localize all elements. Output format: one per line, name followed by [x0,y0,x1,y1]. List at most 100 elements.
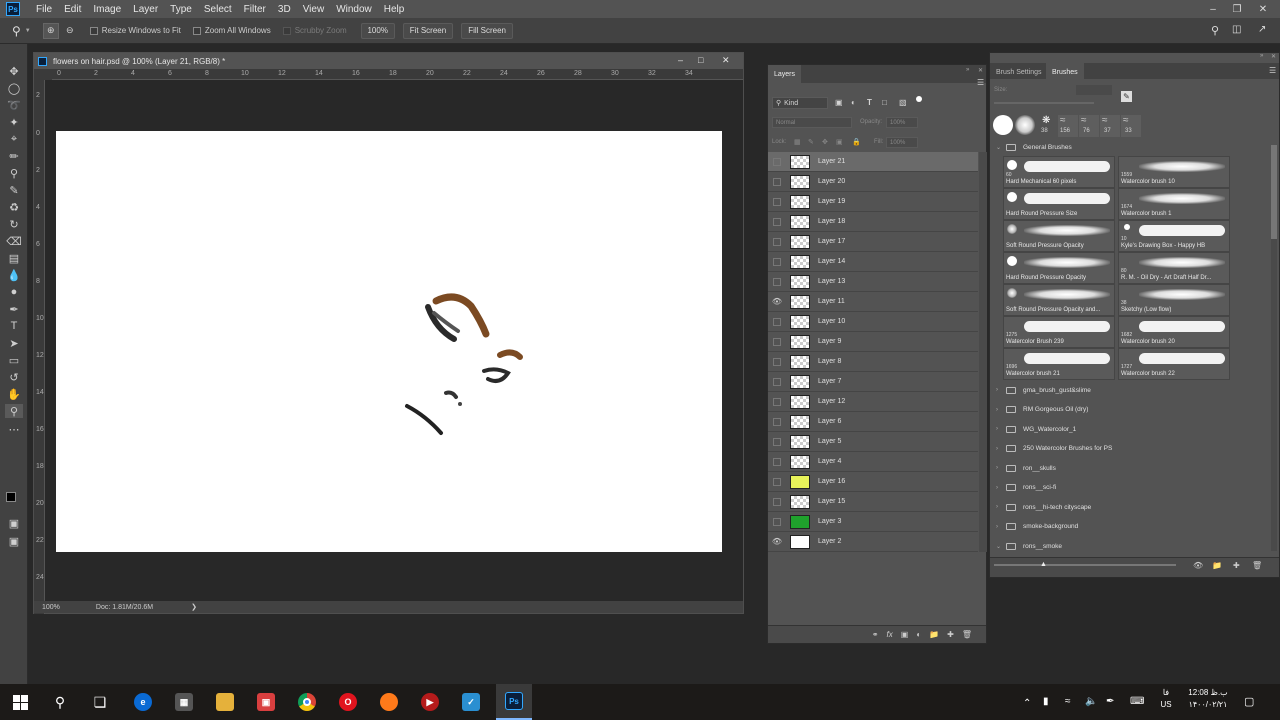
firefox-icon[interactable] [371,684,407,720]
tab-layers[interactable]: Layers [768,65,802,83]
brush-preset[interactable]: 1682 Watercolor brush 20 [1118,316,1230,348]
brush-preset[interactable]: 1275 Watercolor Brush 239 [1003,316,1115,348]
visibility-toggle[interactable] [768,472,786,492]
layer-row[interactable]: Layer 8 [768,352,978,372]
document-tab[interactable]: flowers on hair.psd @ 100% (Layer 21, RG… [34,53,743,69]
brush-folder[interactable]: › ron__skulls [996,459,1056,477]
chevron-right-icon[interactable]: › [996,446,1006,452]
visibility-toggle[interactable] [768,332,786,352]
size-field[interactable] [1076,85,1112,95]
search-icon[interactable]: ⚲ [1211,24,1219,37]
marquee-tool-icon[interactable]: ◯ [5,81,23,95]
link-layers-icon[interactable]: ⚭ [872,630,879,639]
lasso-tool-icon[interactable]: ➰ [5,98,23,112]
visibility-toggle[interactable] [768,492,786,512]
new-brush-icon[interactable]: ✎ [1121,91,1132,102]
brush-preset[interactable]: Hard Round Pressure Size [1003,188,1115,220]
workspace-icon[interactable]: ◫ [1232,24,1241,35]
search-icon[interactable]: ⚲ [42,684,78,720]
notification-icon[interactable]: ▢ [1244,695,1254,708]
layer-row[interactable]: Layer 19 [768,192,978,212]
resize-windows-checkbox[interactable]: Resize Windows to Fit [89,26,181,35]
media-player-icon[interactable]: ▶ [412,684,448,720]
brush-preset[interactable]: 10 Kyle's Drawing Box - Happy HB [1118,220,1230,252]
layer-style-icon[interactable]: fx [887,630,893,639]
eye-icon[interactable]: 👁 [768,292,786,312]
adjustment-layer-icon[interactable]: ◐ [916,630,921,639]
trash-icon[interactable]: 🗑 [1252,561,1262,570]
size-slider[interactable] [994,102,1094,104]
zoom-value-field[interactable]: 100% [360,22,395,39]
clock[interactable]: 12:08 ب.ظ ۱۴۰۰/۰۲/۲۱ [1180,688,1236,709]
brush-preset[interactable]: 80 R. M. - Oil Dry - Art Draft Half Dr... [1118,252,1230,284]
doc-maximize-icon[interactable]: □ [698,55,703,65]
layer-row[interactable]: Layer 3 [768,512,978,532]
layer-mask-icon[interactable]: ▣ [901,630,909,639]
quick-mask-icon[interactable]: ▣ [5,516,23,530]
keyboard-icon[interactable]: ⌨ [1130,696,1144,707]
app-icon[interactable]: ▣ [248,684,284,720]
fill-screen-button[interactable]: Fill Screen [461,22,513,39]
photoshop-taskbar-icon[interactable]: Ps [496,684,532,720]
hand-tool-icon[interactable]: ✋ [5,387,23,401]
photoshop-logo-icon[interactable]: Ps [6,2,20,16]
visibility-toggle[interactable] [768,452,786,472]
chevron-right-icon[interactable]: › [996,465,1006,471]
menu-type[interactable]: Type [164,4,198,15]
recent-brush-soft[interactable] [1015,115,1035,135]
brush-preset[interactable]: 1559 Watercolor brush 10 [1118,156,1230,188]
path-selection-tool-icon[interactable]: ➤ [5,336,23,350]
visibility-toggle[interactable] [768,372,786,392]
visibility-toggle[interactable] [768,352,786,372]
foreground-color-swatch[interactable] [6,492,16,502]
layer-row[interactable]: Layer 21 [768,152,978,172]
layer-row[interactable]: Layer 7 [768,372,978,392]
menu-3d[interactable]: 3D [272,4,297,15]
filter-kind-select[interactable]: ⚲ Kind [772,97,828,109]
history-brush-tool-icon[interactable]: ↻ [5,217,23,231]
recent-brush-4[interactable]: ≈ 37 [1100,115,1120,137]
brush-folder[interactable]: › WG_Watercolor_1 [996,420,1076,438]
brush-folder[interactable]: ⌄ rons__smoke [996,537,1062,555]
brush-folder[interactable]: › rons__sci-fi [996,479,1056,497]
layer-row[interactable]: Layer 18 [768,212,978,232]
menu-image[interactable]: Image [87,4,127,15]
zoom-tool-icon[interactable]: ⚲ [12,24,21,38]
brush-folder[interactable]: › gma_brush_gust&slime [996,381,1091,399]
brushes-scrollbar[interactable] [1271,145,1277,551]
brush-folder[interactable]: › rons__hi-tech cityscape [996,498,1091,516]
chevron-right-icon[interactable]: › [996,485,1006,491]
opera-icon[interactable]: O [330,684,366,720]
collapse-icon[interactable]: » [1260,53,1263,59]
brush-preset[interactable]: 1727 Watercolor brush 22 [1118,348,1230,380]
close-icon[interactable]: ✕ [1271,53,1276,60]
pen-tool-icon[interactable]: ✒ [5,302,23,316]
chevron-right-icon[interactable]: › [996,524,1006,530]
brush-group-general[interactable]: ⌄ General Brushes [996,138,1072,156]
more-tools-icon[interactable]: ⋯ [5,422,23,436]
menu-edit[interactable]: Edit [58,4,87,15]
horizontal-ruler[interactable]: 0 2 4 6 8 10 12 14 16 18 20 22 24 26 28 … [52,69,743,80]
chevron-down-icon[interactable]: ⌄ [996,543,1006,550]
brush-folder[interactable]: › smoke-background [996,518,1078,536]
adjustment-filter-icon[interactable]: ◐ [851,98,856,107]
doc-minimize-icon[interactable]: – [678,55,683,65]
new-group-icon[interactable]: 📁 [929,630,939,639]
lock-position-icon[interactable]: ✥ [822,138,828,146]
blend-mode-select[interactable]: Normal [772,117,852,128]
layer-row[interactable]: Layer 13 [768,272,978,292]
vertical-ruler[interactable]: 2 0 2 4 6 8 10 12 14 16 18 20 22 24 [34,80,45,614]
visibility-toggle[interactable] [768,192,786,212]
new-layer-icon[interactable]: ✚ [947,630,954,639]
zoom-tool-icon[interactable]: ⚲ [5,404,23,418]
layer-row[interactable]: Layer 16 [768,472,978,492]
crop-tool-icon[interactable]: ⌖ [5,132,23,146]
brush-preset[interactable]: 1674 Watercolor brush 1 [1118,188,1230,220]
visibility-toggle[interactable] [768,392,786,412]
fill-field[interactable]: 100% [886,137,918,148]
blur-tool-icon[interactable]: 💧 [5,268,23,282]
layer-row[interactable]: Layer 12 [768,392,978,412]
minimize-icon[interactable]: – [1202,0,1224,18]
eraser-tool-icon[interactable]: ⌫ [5,234,23,248]
doc-info[interactable]: Doc: 1.81M/20.6M [96,604,153,611]
